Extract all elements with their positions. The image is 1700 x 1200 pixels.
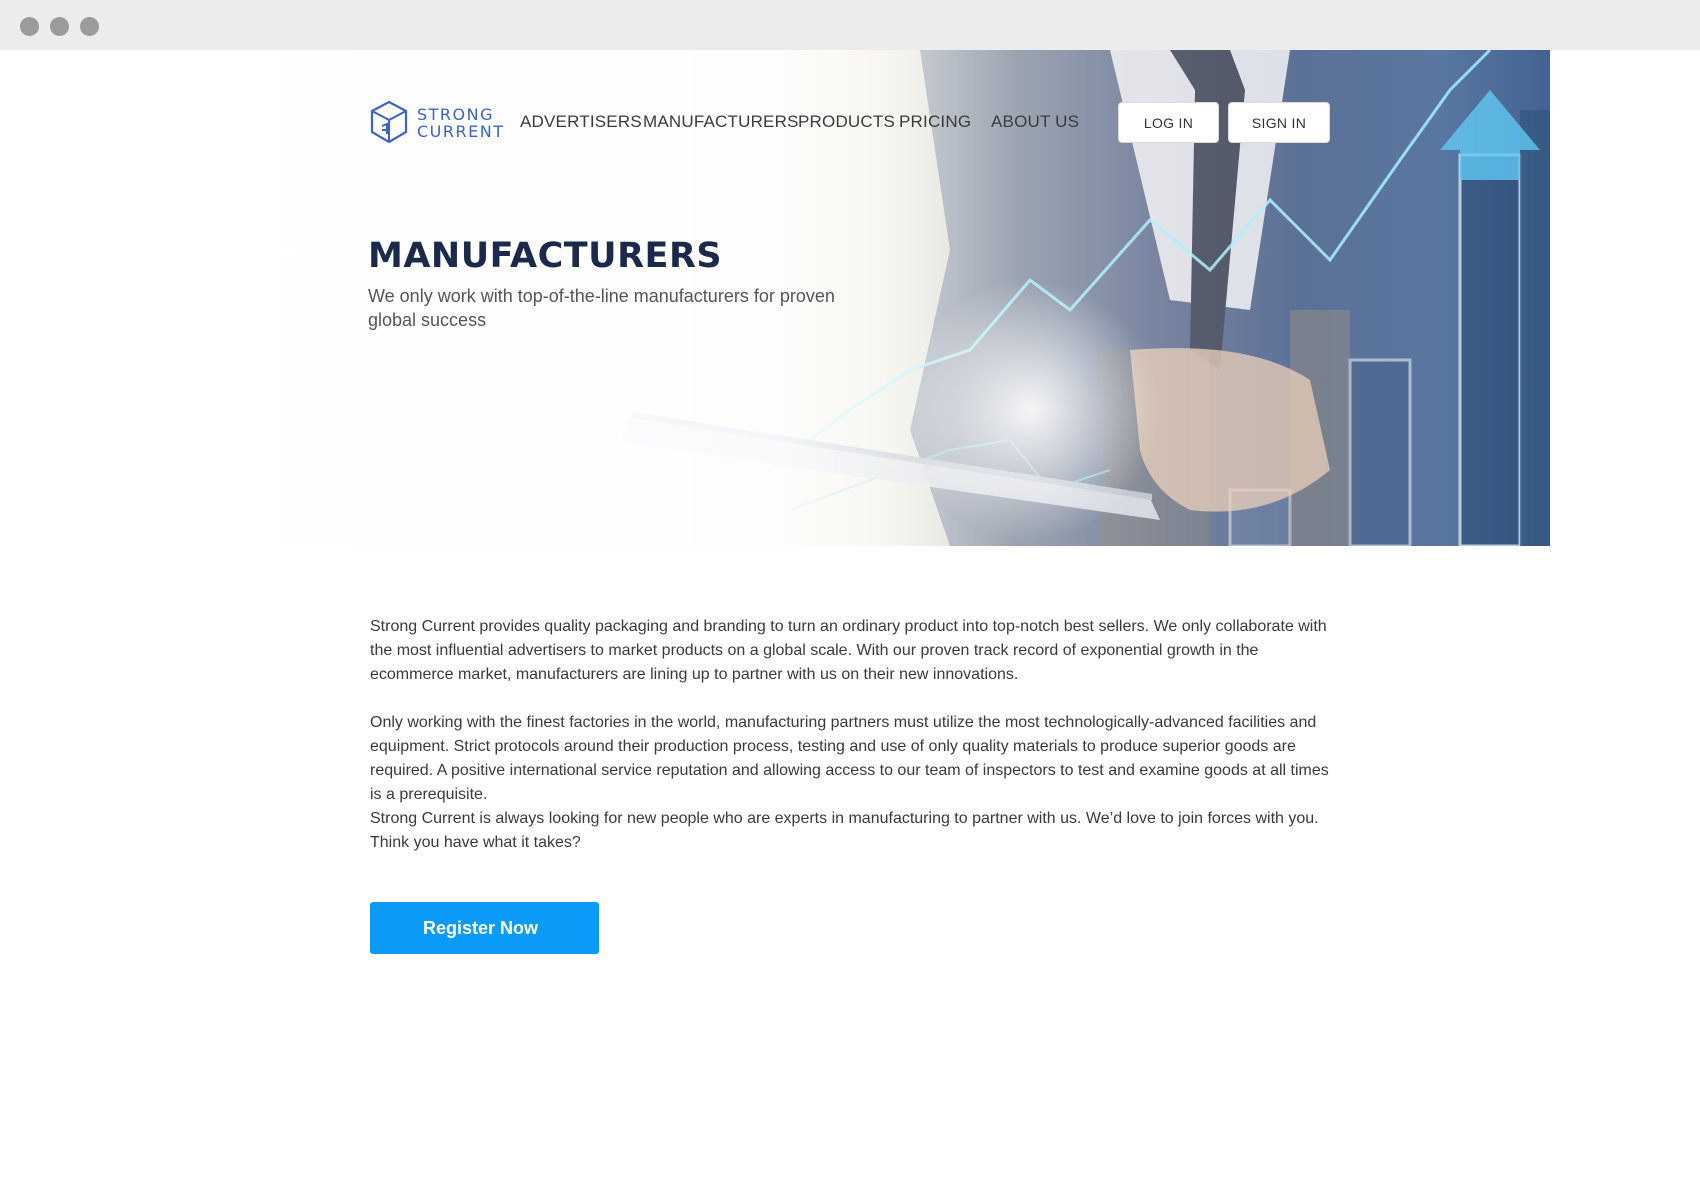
nav-pricing[interactable]: PRICING [899, 112, 971, 132]
window-minimize-dot-icon[interactable] [50, 17, 69, 36]
brand-name-line1: STRONG [417, 105, 495, 124]
window-title-bar [0, 0, 1700, 50]
login-button[interactable]: LOG IN [1118, 102, 1219, 143]
register-now-button[interactable]: Register Now [370, 902, 599, 954]
cube-logo-icon [370, 100, 408, 144]
signin-button[interactable]: SIGN IN [1228, 102, 1330, 143]
body-paragraph-2: Only working with the finest factories i… [370, 714, 1329, 803]
brand-logo[interactable]: STRONG CURRENT [369, 100, 503, 146]
body-content: Strong Current provides quality packagin… [370, 615, 1330, 855]
body-paragraph-3: Strong Current is always looking for new… [370, 810, 1319, 851]
nav-advertisers[interactable]: ADVERTISERS [520, 112, 642, 132]
page-subtitle: We only work with top-of-the-line manufa… [368, 286, 835, 330]
page-title: MANUFACTURERS [368, 236, 723, 276]
window-maximize-dot-icon[interactable] [80, 17, 99, 36]
nav-products[interactable]: PRODUCTS [798, 112, 895, 132]
window-close-dot-icon[interactable] [20, 17, 39, 36]
brand-name: STRONG CURRENT [417, 106, 504, 140]
brand-name-line2: CURRENT [417, 122, 505, 141]
nav-about-us[interactable]: ABOUT US [991, 112, 1079, 132]
nav-manufacturers[interactable]: MANUFACTURERS [643, 112, 799, 132]
body-paragraph-1: Strong Current provides quality packagin… [370, 618, 1327, 683]
